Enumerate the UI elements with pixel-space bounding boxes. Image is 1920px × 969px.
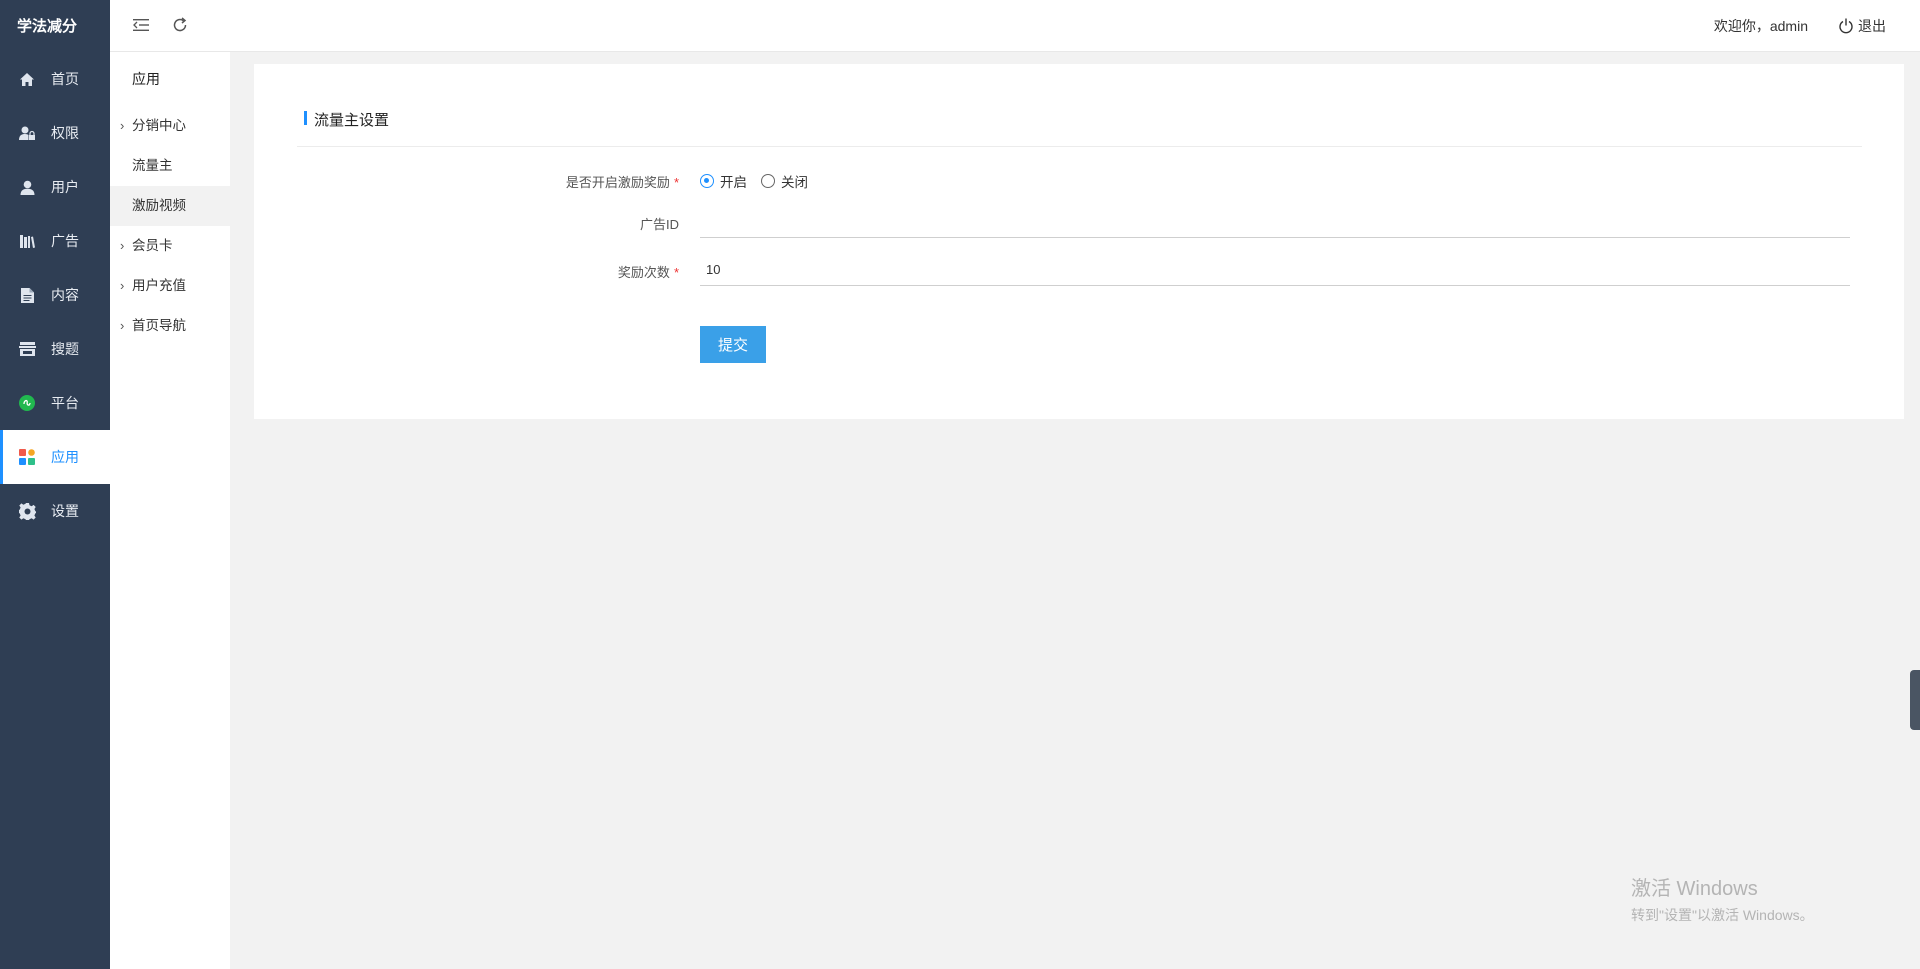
wechat-icon xyxy=(17,393,37,413)
submit-button[interactable]: 提交 xyxy=(700,326,766,363)
nav-item-apps[interactable]: 应用 xyxy=(0,430,110,484)
required-mark: * xyxy=(673,265,679,280)
nav-item-ads[interactable]: 广告 xyxy=(0,214,110,268)
refresh-icon xyxy=(173,17,187,32)
watermark-line2: 转到"设置"以激活 Windows。 xyxy=(1631,907,1814,923)
watermark-line1: 激活 Windows xyxy=(1631,878,1758,900)
radio-circle-checked xyxy=(700,174,714,188)
nav-item-search-questions[interactable]: 搜题 xyxy=(0,322,110,376)
radio-label: 关闭 xyxy=(781,175,808,190)
nav-label: 权限 xyxy=(51,125,79,141)
submenu-label: 会员卡 xyxy=(132,238,173,253)
submenu-label: 用户充值 xyxy=(132,278,186,293)
nav-label: 用户 xyxy=(51,179,79,195)
radio-enable-on[interactable]: 开启 xyxy=(700,171,747,191)
submenu-item-member-card[interactable]: › 会员卡 xyxy=(110,226,230,266)
welcome-text: 欢迎你，admin xyxy=(1713,18,1808,34)
main-sidebar: 学法减分 首页 权限 用户 广告 内容 搜题 平台 应用 设置 xyxy=(0,0,110,969)
reward-count-input[interactable] xyxy=(700,254,1850,286)
enable-label: 是否开启激励奖励 * xyxy=(565,175,679,190)
submenu-label: 激励视频 xyxy=(132,198,186,213)
submenu-item-reward-video[interactable]: 激励视频 xyxy=(110,186,230,226)
submenu-item-traffic-owner[interactable]: 流量主 xyxy=(110,146,230,186)
nav-item-content[interactable]: 内容 xyxy=(0,268,110,322)
gear-icon xyxy=(17,501,37,521)
brand-title: 学法减分 xyxy=(17,18,78,35)
floating-side-tab[interactable] xyxy=(1910,670,1920,730)
submenu-item-distribution[interactable]: › 分销中心 xyxy=(110,106,230,146)
home-icon xyxy=(17,69,37,89)
form-row-ad-id: 广告ID xyxy=(254,206,1904,238)
ad-id-label: 广告ID xyxy=(639,217,679,232)
section-header: 流量主设置 xyxy=(297,107,1862,147)
submenu-title: 应用 xyxy=(132,71,160,87)
settings-card: 流量主设置 是否开启激励奖励* 开启 关闭 广告ID 奖励次数* 提交 xyxy=(254,64,1904,419)
header-user-area: 欢迎你，admin 退出 xyxy=(1714,0,1886,52)
form-row-enable: 是否开启激励奖励 * 开启 关闭 xyxy=(254,164,1904,196)
nav-label: 搜题 xyxy=(51,341,79,357)
chevron-right-icon: › xyxy=(120,318,125,333)
power-icon xyxy=(1839,18,1853,34)
nav-label: 广告 xyxy=(51,233,79,249)
nav-label: 平台 xyxy=(51,395,79,411)
radio-enable-off[interactable]: 关闭 xyxy=(761,171,808,191)
nav-label: 应用 xyxy=(51,449,79,465)
nav-item-users[interactable]: 用户 xyxy=(0,160,110,214)
chevron-right-icon: › xyxy=(120,118,125,133)
submenu-item-user-recharge[interactable]: › 用户充值 xyxy=(110,266,230,306)
nav-item-permission[interactable]: 权限 xyxy=(0,106,110,160)
radio-label: 开启 xyxy=(720,175,747,190)
refresh-button[interactable] xyxy=(169,14,191,36)
user-icon xyxy=(17,177,37,197)
sub-sidebar: 应用 › 分销中心 流量主 激励视频 › 会员卡 › 用户充值 › 首页导航 xyxy=(110,52,230,969)
apps-icon xyxy=(17,447,37,467)
nav-item-platform[interactable]: 平台 xyxy=(0,376,110,430)
submenu-label: 分销中心 xyxy=(132,118,186,133)
nav-item-home[interactable]: 首页 xyxy=(0,52,110,106)
submenu-item-home-nav[interactable]: › 首页导航 xyxy=(110,306,230,346)
top-header: 欢迎你，admin 退出 xyxy=(110,0,1920,52)
required-mark: * xyxy=(673,175,679,190)
chevron-right-icon: › xyxy=(120,238,125,253)
logout-label: 退出 xyxy=(1858,18,1886,34)
chevron-right-icon: › xyxy=(120,278,125,293)
nav-label: 设置 xyxy=(51,503,79,519)
windows-activation-watermark: 激活 Windows 转到"设置"以激活 Windows。 xyxy=(1631,872,1814,925)
reward-count-label: 奖励次数 * xyxy=(617,265,679,280)
collapse-menu-button[interactable] xyxy=(130,14,152,36)
outdent-icon xyxy=(133,19,149,31)
submenu-label: 首页导航 xyxy=(132,318,186,333)
user-lock-icon xyxy=(17,123,37,143)
books-icon xyxy=(17,231,37,251)
nav-label: 首页 xyxy=(51,71,79,87)
submenu-label: 流量主 xyxy=(132,158,173,173)
enable-radio-group: 开启 关闭 xyxy=(700,171,822,191)
logout-button[interactable]: 退出 xyxy=(1838,16,1886,36)
ad-id-input[interactable] xyxy=(700,206,1850,238)
nav-item-settings[interactable]: 设置 xyxy=(0,484,110,538)
document-icon xyxy=(17,285,37,305)
nav-label: 内容 xyxy=(51,287,79,303)
form-row-reward-count: 奖励次数 * xyxy=(254,254,1904,286)
radio-circle xyxy=(761,174,775,188)
section-accent-bar xyxy=(304,111,307,125)
store-icon xyxy=(17,339,37,359)
section-title: 流量主设置 xyxy=(314,112,390,129)
